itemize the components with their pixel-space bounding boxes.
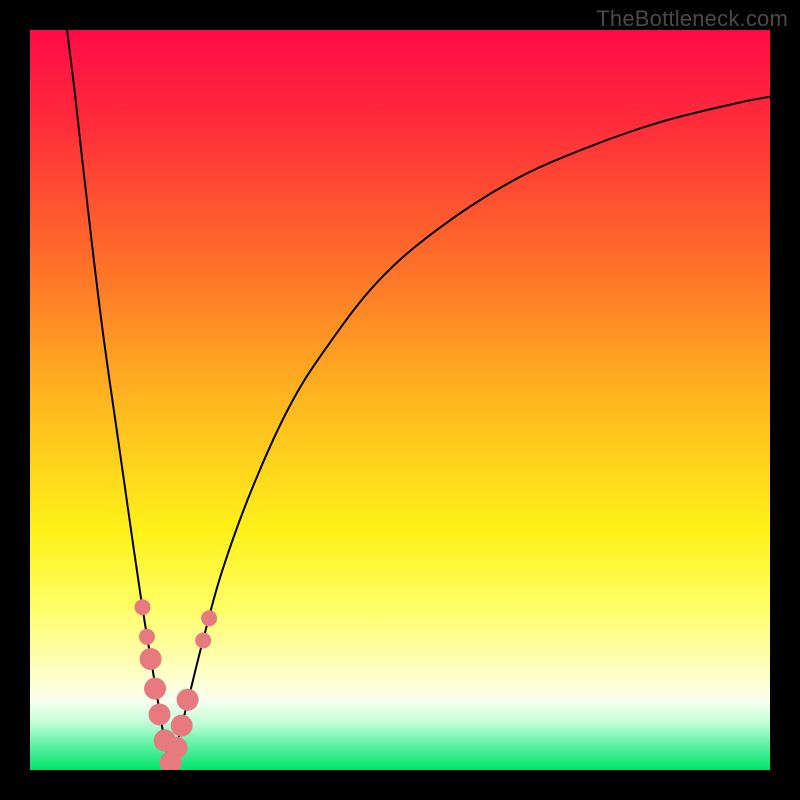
marker-point bbox=[144, 678, 166, 700]
marker-point bbox=[139, 629, 155, 645]
marker-point bbox=[171, 715, 193, 737]
marker-point bbox=[201, 610, 217, 626]
marker-point bbox=[195, 633, 211, 649]
marker-point bbox=[140, 648, 162, 670]
watermark-text: TheBottleneck.com bbox=[596, 6, 788, 32]
marker-point bbox=[149, 704, 171, 726]
plot-area bbox=[30, 30, 770, 770]
marker-point bbox=[166, 737, 188, 759]
outer-frame: TheBottleneck.com bbox=[0, 0, 800, 800]
marker-point bbox=[177, 689, 199, 711]
chart-svg bbox=[30, 30, 770, 770]
marker-point bbox=[134, 599, 150, 615]
